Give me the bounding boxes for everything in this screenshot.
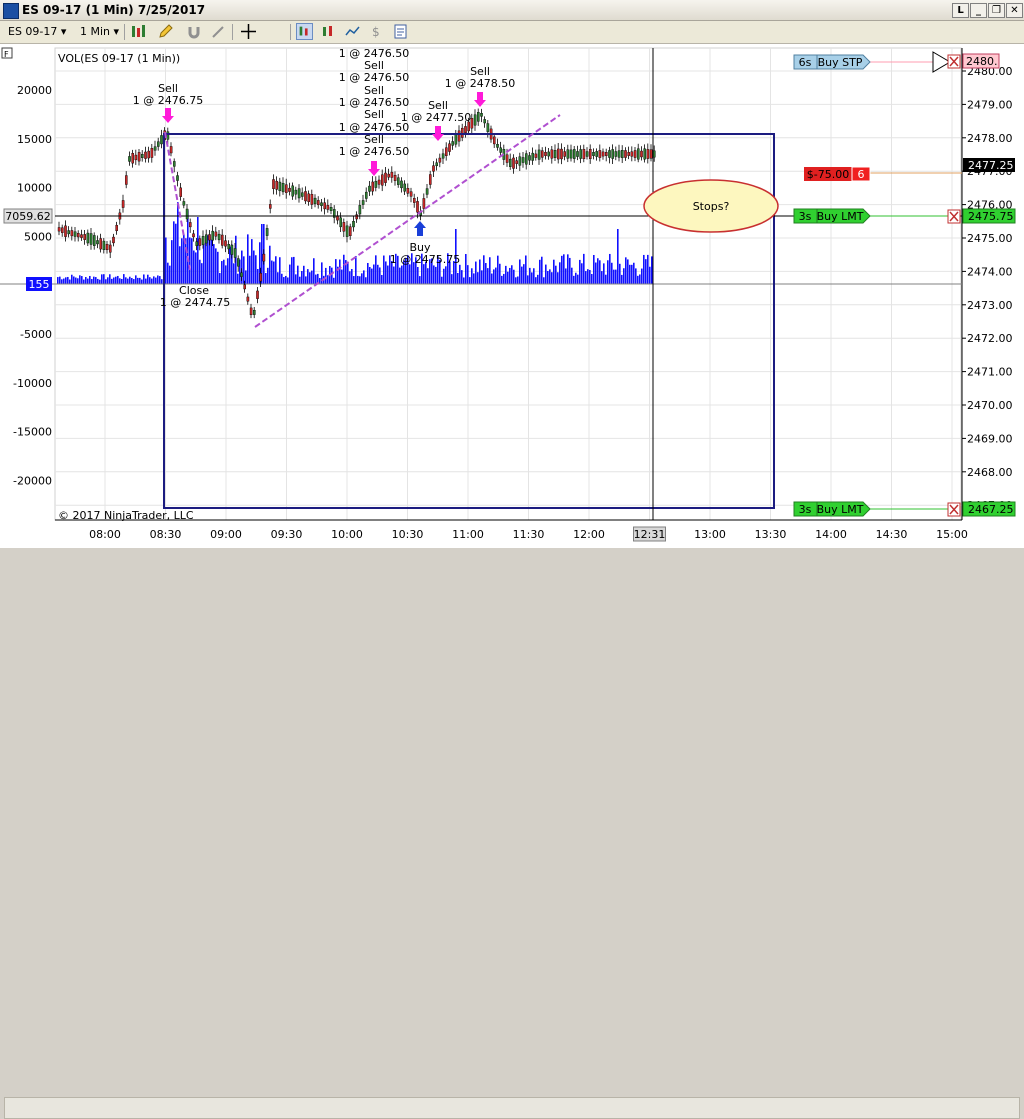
app-icon: [3, 3, 19, 19]
trade-label-qty: 1 @ 2478.50: [445, 77, 515, 90]
position-pnl[interactable]: $-75.00 6: [804, 166, 871, 182]
time-axis-tick: 13:00: [694, 528, 726, 541]
restore-button[interactable]: ❐: [988, 3, 1005, 18]
order-label: Buy LMT: [817, 210, 864, 223]
bars-type-icon[interactable]: [130, 23, 147, 40]
price-marker-2475-text: 2475.75: [968, 210, 1014, 223]
bar-chart-icon[interactable]: [320, 23, 337, 40]
position-qty-text: 6: [858, 168, 865, 181]
interval-selector[interactable]: 1 Min ▾: [80, 24, 119, 39]
trade-label-qty: 1 @ 2476.50: [339, 71, 409, 84]
window-title: ES 09-17 (1 Min) 7/25/2017: [22, 3, 206, 17]
panel-label: VOL(ES 09-17 (1 Min)): [58, 52, 180, 65]
position-pnl-text: $-75.00: [807, 168, 849, 181]
crosshair-icon[interactable]: [240, 23, 257, 40]
pencil-icon[interactable]: [157, 23, 174, 40]
time-axis-tick: 14:00: [815, 528, 847, 541]
chevron-down-icon: ▾: [60, 25, 67, 38]
copyright-text: © 2017 NinjaTrader, LLC: [58, 509, 194, 522]
bottom-bar: [0, 548, 1024, 1119]
left-axis-tick: -20000: [13, 474, 52, 487]
time-axis-tick: 15:00: [936, 528, 968, 541]
right-axis-tick: 2479.00: [967, 98, 1013, 111]
time-axis-tick: 08:30: [150, 528, 182, 541]
crosshair-value: 7059.62: [5, 210, 51, 223]
right-axis-tick: 2472.00: [967, 332, 1013, 345]
instrument-selector[interactable]: ES 09-17 ▾: [8, 24, 66, 39]
chevron-down-icon: ▾: [113, 25, 120, 38]
trade-label-qty: 1 @ 2475.75: [390, 253, 460, 266]
time-axis-tick: 14:30: [876, 528, 908, 541]
title-bar: ES 09-17 (1 Min) 7/25/2017 L _ ❐ ✕: [0, 0, 1024, 21]
time-axis-tick: 08:00: [89, 528, 121, 541]
magnet-icon[interactable]: [186, 23, 203, 40]
time-axis: 08:00 08:30 09:00 09:30 10:00 10:30 11:00 11:30…: [0, 524, 1024, 548]
chart-area[interactable]: 20000150001000050000-5000-10000-15000-20…: [0, 44, 1024, 524]
right-axis-tick: 2475.00: [967, 232, 1013, 245]
toolbar-separator: [124, 24, 125, 40]
right-axis-tick: 2478.00: [967, 132, 1013, 145]
time-axis-tick: 11:00: [452, 528, 484, 541]
time-axis-tick: 11:30: [513, 528, 545, 541]
price-marker-2467-text: 2467.25: [968, 503, 1014, 516]
buy-stp-order[interactable]: 6s Buy STP: [793, 54, 871, 70]
trade-label-qty: 1 @ 2476.75: [133, 94, 203, 107]
right-axis-tick: 2473.00: [967, 299, 1013, 312]
toolbar-separator: [232, 24, 233, 40]
trade-label-qty: 1 @ 2477.50: [401, 111, 471, 124]
time-axis-tick: 13:30: [755, 528, 787, 541]
right-axis-tick: 2469.00: [967, 432, 1013, 445]
left-axis-tick: 15000: [17, 133, 52, 146]
order-time: 3s: [799, 503, 812, 516]
time-axis-tick: 10:30: [392, 528, 424, 541]
tool-icon[interactable]: [210, 23, 227, 40]
trade-label-action: Sell: [364, 108, 384, 121]
indicators-icon[interactable]: [344, 23, 361, 40]
order-time: 6s: [799, 56, 812, 69]
interval-label: 1 Min: [80, 25, 111, 38]
chart-canvas[interactable]: 20000150001000050000-5000-10000-15000-20…: [0, 44, 1024, 524]
stops-annotation: Stops?: [693, 200, 730, 213]
time-axis-tick: 12:31: [634, 528, 666, 541]
buy-lmt-order[interactable]: 3s Buy LMT: [793, 501, 871, 517]
left-axis-tick: 5000: [24, 230, 52, 243]
left-axis-tick: -5000: [20, 328, 52, 341]
time-axis-tick: 12:00: [573, 528, 605, 541]
toolbar-separator: [290, 24, 291, 40]
svg-text:F: F: [4, 50, 9, 59]
right-axis-tick: 2471.00: [967, 366, 1013, 379]
current-price-text: 2477.25: [968, 159, 1014, 172]
order-label: Buy LMT: [817, 503, 864, 516]
left-axis-tick: -15000: [13, 426, 52, 439]
close-button[interactable]: ✕: [1006, 3, 1023, 18]
right-axis-tick: 2470.00: [967, 399, 1013, 412]
properties-icon[interactable]: [392, 23, 409, 40]
chart-trader-icon[interactable]: [296, 23, 313, 40]
trade-label-qty: 1 @ 2476.50: [339, 145, 409, 158]
order-time: 3s: [799, 210, 812, 223]
time-axis-tick: 09:30: [271, 528, 303, 541]
link-button[interactable]: L: [952, 3, 969, 18]
left-axis-tick: -10000: [13, 377, 52, 390]
right-axis: 2480.002479.002478.002477.002476.002475.…: [962, 65, 1013, 512]
volume-value: 155: [29, 278, 50, 291]
dollar-icon[interactable]: $: [368, 23, 385, 40]
left-axis-tick: 20000: [17, 84, 52, 97]
horizontal-scrollbar[interactable]: [4, 1097, 1020, 1119]
left-axis-tick: 10000: [17, 182, 52, 195]
time-axis-tick: 09:00: [210, 528, 242, 541]
order-label: Buy STP: [818, 56, 863, 69]
trade-label-qty: 1 @ 2474.75: [160, 296, 230, 309]
svg-text:$: $: [372, 25, 380, 39]
right-axis-tick: 2468.00: [967, 466, 1013, 479]
instrument-label: ES 09-17: [8, 25, 58, 38]
buy-lmt-order[interactable]: 3s Buy LMT: [793, 208, 871, 224]
chart-toolbar: ES 09-17 ▾ 1 Min ▾ $: [0, 21, 1024, 44]
minimize-button[interactable]: _: [970, 3, 987, 18]
time-axis-tick: 10:00: [331, 528, 363, 541]
right-axis-tick: 2474.00: [967, 265, 1013, 278]
price-marker-high-text: 2480.: [966, 55, 998, 68]
